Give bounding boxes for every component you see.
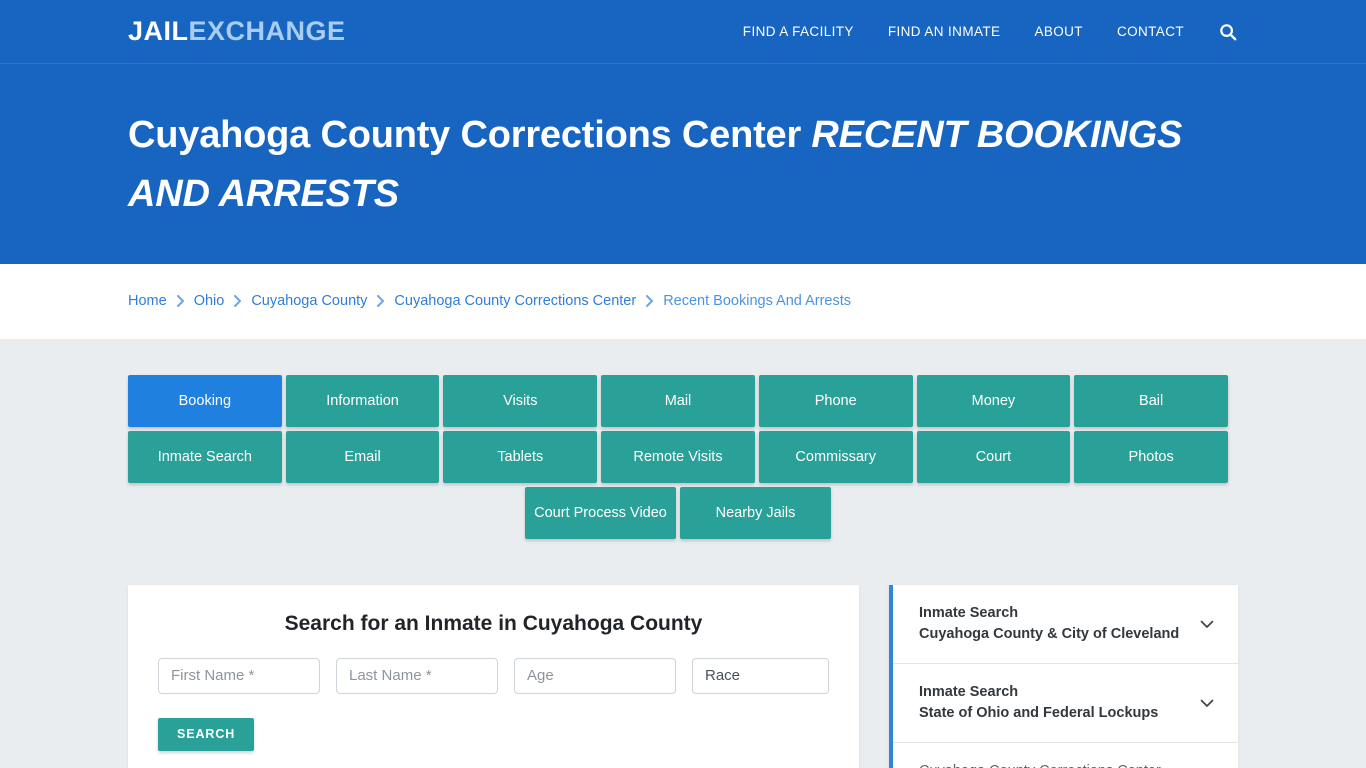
first-name-input[interactable] xyxy=(158,657,320,694)
tab-phone[interactable]: Phone xyxy=(758,374,913,427)
breadcrumb-item-cuyahoga-county[interactable]: Cuyahoga County xyxy=(251,293,367,309)
main-navigation: FIND A FACILITY FIND AN INMATE ABOUT CON… xyxy=(743,22,1238,42)
nav-item-about[interactable]: ABOUT xyxy=(1034,24,1083,39)
accordion-item-text: Inmate Search Cuyahoga County & City of … xyxy=(919,603,1179,645)
age-input[interactable] xyxy=(514,657,676,694)
breadcrumb-bar: Home Ohio Cuyahoga County Cuyahoga Count… xyxy=(0,263,1366,339)
breadcrumb-item-ohio[interactable]: Ohio xyxy=(194,293,225,309)
search-button[interactable]: SEARCH xyxy=(158,717,255,751)
accordion-item-line2: Cuyahoga County & City of Cleveland xyxy=(919,625,1180,642)
chevron-right-icon xyxy=(176,295,185,308)
tab-email[interactable]: Email xyxy=(285,430,440,483)
nav-item-find-an-inmate[interactable]: FIND AN INMATE xyxy=(888,24,1001,39)
tab-visits[interactable]: Visits xyxy=(443,374,598,427)
tab-photos[interactable]: Photos xyxy=(1074,430,1228,483)
page-hero: Cuyahoga County Corrections Center Recen… xyxy=(0,64,1366,264)
accordion-item-text: Cuyahoga County Corrections Center Conta… xyxy=(919,761,1161,768)
accordion-item-line1: Inmate Search xyxy=(919,604,1019,621)
site-logo[interactable]: JAILEXCHANGE xyxy=(128,18,346,45)
nav-item-contact[interactable]: CONTACT xyxy=(1117,24,1184,39)
site-header: JAILEXCHANGE FIND A FACILITY FIND AN INM… xyxy=(0,0,1366,64)
tab-booking[interactable]: Booking xyxy=(128,374,282,427)
page-title: Cuyahoga County Corrections Center Recen… xyxy=(128,106,1238,224)
tab-court-process-video[interactable]: Court Process Video xyxy=(525,486,676,539)
nav-item-find-a-facility[interactable]: FIND A FACILITY xyxy=(743,24,854,39)
accordion-item-contact-information[interactable]: Cuyahoga County Corrections Center Conta… xyxy=(893,743,1238,768)
breadcrumb: Home Ohio Cuyahoga County Cuyahoga Count… xyxy=(128,293,851,309)
chevron-down-icon[interactable] xyxy=(1198,615,1216,633)
accordion-item-text: Inmate Search State of Ohio and Federal … xyxy=(919,682,1158,724)
page-body: Booking Information Visits Mail Phone Mo… xyxy=(0,338,1366,768)
tab-information[interactable]: Information xyxy=(285,374,440,427)
chevron-right-icon xyxy=(233,295,242,308)
search-icon[interactable] xyxy=(1218,22,1238,42)
page-title-main: Cuyahoga County Corrections Center xyxy=(128,114,812,156)
tab-inmate-search[interactable]: Inmate Search xyxy=(128,430,282,483)
accordion-item-inmate-search-state[interactable]: Inmate Search State of Ohio and Federal … xyxy=(893,664,1238,743)
tab-tablets[interactable]: Tablets xyxy=(443,430,598,483)
facility-tab-grid-row1: Booking Information Visits Mail Phone Mo… xyxy=(128,374,1228,427)
tab-bail[interactable]: Bail xyxy=(1074,374,1228,427)
inmate-search-form: Race xyxy=(158,657,829,694)
accordion-item-line1: Inmate Search xyxy=(919,683,1019,700)
tab-nearby-jails[interactable]: Nearby Jails xyxy=(680,486,831,539)
content-row: Search for an Inmate in Cuyahoga County … xyxy=(128,584,1238,768)
tab-court[interactable]: Court xyxy=(916,430,1071,483)
breadcrumb-item-corrections-center[interactable]: Cuyahoga County Corrections Center xyxy=(394,293,636,309)
inmate-search-card: Search for an Inmate in Cuyahoga County … xyxy=(128,584,859,768)
logo-primary-text: JAIL xyxy=(128,16,189,46)
breadcrumb-item-home[interactable]: Home xyxy=(128,293,167,309)
last-name-input[interactable] xyxy=(336,657,498,694)
race-select[interactable]: Race xyxy=(692,657,829,694)
tab-commissary[interactable]: Commissary xyxy=(758,430,913,483)
tab-mail[interactable]: Mail xyxy=(601,374,755,427)
accordion-item-line2: State of Ohio and Federal Lockups xyxy=(919,704,1159,721)
accordion-item-inmate-search-county[interactable]: Inmate Search Cuyahoga County & City of … xyxy=(893,585,1238,664)
breadcrumb-item-current: Recent Bookings And Arrests xyxy=(663,293,852,310)
inmate-search-heading: Search for an Inmate in Cuyahoga County xyxy=(284,611,703,635)
tab-remote-visits[interactable]: Remote Visits xyxy=(601,430,755,483)
facility-tab-grid-row3: Court Process Video Nearby Jails xyxy=(128,486,1228,539)
sidebar-accordion: Inmate Search Cuyahoga County & City of … xyxy=(889,584,1238,768)
tab-money[interactable]: Money xyxy=(916,374,1071,427)
chevron-down-icon[interactable] xyxy=(1198,694,1216,712)
facility-tab-grid-row2: Inmate Search Email Tablets Remote Visit… xyxy=(128,430,1228,483)
accordion-item-line1: Cuyahoga County Corrections Center xyxy=(919,761,1161,768)
chevron-right-icon xyxy=(376,295,385,308)
logo-secondary-text: EXCHANGE xyxy=(188,16,346,46)
chevron-right-icon xyxy=(645,295,654,308)
